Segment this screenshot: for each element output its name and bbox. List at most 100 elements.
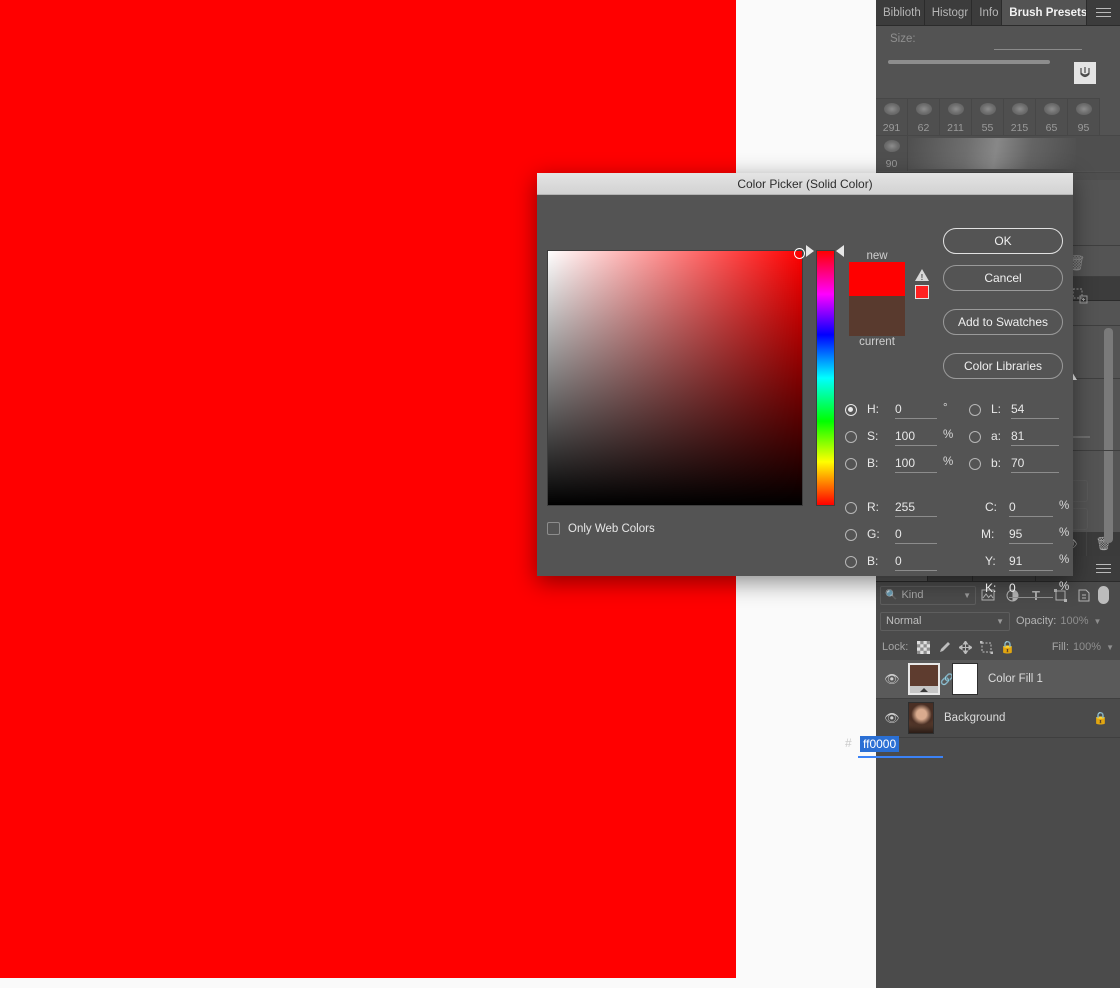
- hue-arrow-left-icon[interactable]: [806, 245, 814, 257]
- lab-b-input[interactable]: 70: [1011, 456, 1059, 473]
- radio-brightness[interactable]: [845, 458, 857, 470]
- fill-value[interactable]: 100%: [1073, 641, 1101, 653]
- add-to-swatches-button[interactable]: Add to Swatches: [943, 309, 1063, 335]
- cancel-button[interactable]: Cancel: [943, 265, 1063, 291]
- color-fill-slider-marker: [920, 688, 928, 692]
- opacity-value[interactable]: 100%: [1060, 615, 1088, 627]
- brush-size-value-line: [994, 49, 1082, 50]
- cyan-label: C:: [985, 500, 997, 514]
- brush-preset[interactable]: 55: [972, 99, 1004, 135]
- brush-size-slider[interactable]: [888, 60, 1050, 64]
- tab-libraries[interactable]: Biblioth: [876, 0, 925, 25]
- brush-panel-menu-button[interactable]: [1087, 0, 1120, 25]
- hamburger-menu-icon: [1096, 5, 1112, 20]
- smart-object-filter-icon[interactable]: [1072, 584, 1096, 606]
- cyan-input[interactable]: 0: [1009, 500, 1053, 517]
- lock-position-icon[interactable]: [955, 637, 976, 657]
- field-row-black: K: 0 %: [845, 579, 1075, 606]
- blend-mode-select[interactable]: Normal ▼: [880, 611, 1010, 631]
- field-row-hue: H: 0 ° L: 54: [845, 400, 1075, 427]
- ok-button[interactable]: OK: [943, 228, 1063, 254]
- layers-panel-menu-button[interactable]: [1087, 556, 1120, 581]
- chevron-down-icon[interactable]: ▼: [1094, 617, 1102, 626]
- brush-preset[interactable]: 65: [1036, 99, 1068, 135]
- tab-histogram[interactable]: Histogr: [924, 0, 973, 25]
- eye-icon[interactable]: 👁: [876, 711, 908, 725]
- vertical-scrollbar[interactable]: [1104, 328, 1113, 543]
- gamut-warning-swatch[interactable]: [915, 285, 929, 299]
- add-to-swatches-button-label: Add to Swatches: [957, 315, 1049, 329]
- black-input[interactable]: 0: [1009, 581, 1053, 598]
- only-web-colors-checkbox[interactable]: [547, 522, 560, 535]
- blue-label: B:: [867, 554, 879, 568]
- layer-row-color-fill-1[interactable]: 👁 🔗 Color Fill 1: [876, 660, 1120, 699]
- brush-stroke-icon: [1011, 103, 1028, 115]
- layer-row-background[interactable]: 👁 Background 🔒: [876, 699, 1120, 738]
- layer-mask-thumbnail[interactable]: [952, 663, 978, 695]
- brush-preset-row-1: 291 62 211 55 215 65 95: [876, 98, 1100, 135]
- lab-a-input[interactable]: 81: [1011, 429, 1059, 446]
- current-color-swatch[interactable]: [849, 296, 905, 336]
- lock-transparency-icon[interactable]: [913, 637, 934, 657]
- tab-brush-presets[interactable]: Brush Presets: [1002, 0, 1088, 25]
- field-row-red: R: 255 C: 0 %: [845, 498, 1075, 525]
- red-input[interactable]: 255: [895, 500, 937, 517]
- brush-preset[interactable]: 215: [1004, 99, 1036, 135]
- radio-green[interactable]: [845, 529, 857, 541]
- color-libraries-button[interactable]: Color Libraries: [943, 353, 1063, 379]
- new-color-swatch[interactable]: [849, 262, 905, 296]
- dialog-body: Only Web Colors new current ! OK Cancel …: [537, 195, 1075, 758]
- radio-lab-l[interactable]: [969, 404, 981, 416]
- radio-red[interactable]: [845, 502, 857, 514]
- layer-thumbnail-color-fill[interactable]: [908, 663, 940, 695]
- brush-preset[interactable]: 291: [876, 99, 908, 135]
- trash-icon[interactable]: 🗑: [1086, 532, 1120, 556]
- hue-label: H:: [867, 402, 879, 416]
- radio-lab-b[interactable]: [969, 458, 981, 470]
- magenta-input[interactable]: 95: [1009, 527, 1053, 544]
- brush-preset[interactable]: 211: [940, 99, 972, 135]
- radio-lab-a[interactable]: [969, 431, 981, 443]
- field-row-blue: B: 0 Y: 91 %: [845, 552, 1075, 579]
- lock-all-icon[interactable]: 🔒: [997, 637, 1018, 657]
- tab-info[interactable]: Info: [972, 0, 1003, 25]
- eye-icon[interactable]: 👁: [876, 672, 908, 686]
- radio-blue[interactable]: [845, 556, 857, 568]
- lab-l-input[interactable]: 54: [1011, 402, 1059, 419]
- brush-preset[interactable]: 90: [876, 136, 908, 171]
- saturation-input[interactable]: 100: [895, 429, 937, 446]
- link-icon[interactable]: 🔗: [940, 673, 954, 686]
- filter-toggle-icon[interactable]: [1098, 586, 1109, 604]
- lock-artboard-icon[interactable]: [976, 637, 997, 657]
- brush-preset[interactable]: 62: [908, 99, 940, 135]
- dialog-title-bar[interactable]: Color Picker (Solid Color): [537, 173, 1073, 195]
- magenta-label: M:: [981, 527, 995, 541]
- chevron-down-icon[interactable]: ▼: [1106, 643, 1114, 652]
- transform-add-icon[interactable]: [1072, 288, 1088, 307]
- hue-arrow-right-icon[interactable]: [836, 245, 844, 257]
- hue-slider[interactable]: [816, 250, 835, 506]
- radio-saturation[interactable]: [845, 431, 857, 443]
- ok-button-label: OK: [994, 234, 1012, 248]
- hex-input-underline: [858, 756, 943, 758]
- brush-stroke-icon: [947, 103, 964, 115]
- only-web-colors-row[interactable]: Only Web Colors: [547, 522, 655, 535]
- brush-preset-row-2: 90: [876, 135, 1120, 171]
- green-input[interactable]: 0: [895, 527, 937, 544]
- saturation-brightness-field[interactable]: [547, 248, 805, 506]
- field-row-saturation: S: 100 % a: 81: [845, 427, 1075, 454]
- hue-input[interactable]: 0: [895, 402, 937, 419]
- lock-image-icon[interactable]: [934, 637, 955, 657]
- radio-hue[interactable]: [845, 404, 857, 416]
- brush-preset[interactable]: 95: [1068, 99, 1100, 135]
- brightness-input[interactable]: 100: [895, 456, 937, 473]
- blue-input[interactable]: 0: [895, 554, 937, 571]
- yellow-input[interactable]: 91: [1009, 554, 1053, 571]
- hex-input[interactable]: ff0000: [860, 736, 900, 752]
- gamut-warning-icon[interactable]: !: [915, 269, 929, 299]
- layer-thumbnail-photo[interactable]: [908, 702, 934, 734]
- brush-stroke-preview[interactable]: [908, 138, 1076, 169]
- brush-tool-icon[interactable]: [1074, 62, 1096, 84]
- cyan-unit: %: [1059, 500, 1070, 512]
- sb-field-cursor[interactable]: [794, 248, 805, 259]
